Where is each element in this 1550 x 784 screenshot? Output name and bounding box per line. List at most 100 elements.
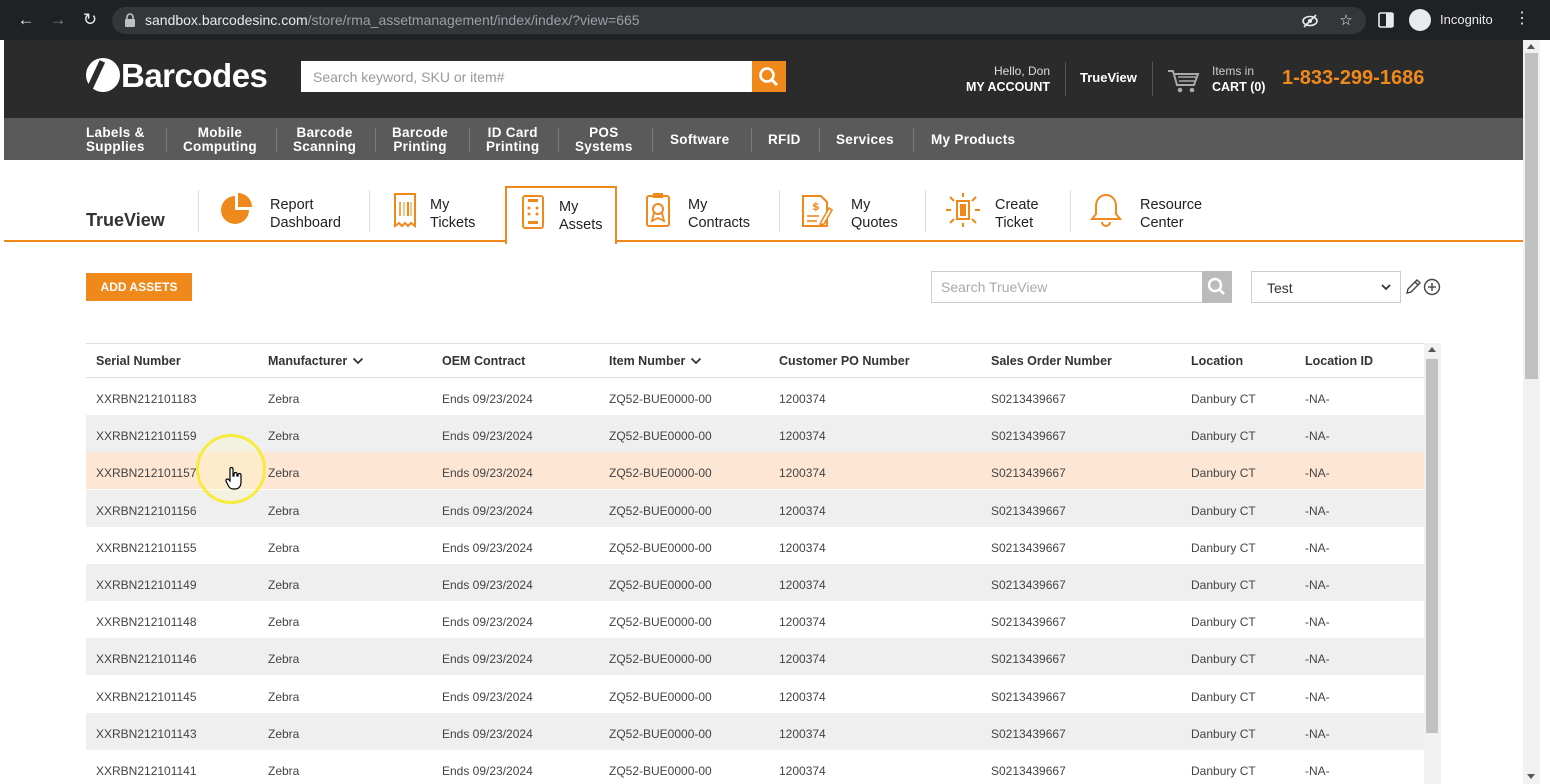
side-panel-icon[interactable] bbox=[1378, 12, 1394, 28]
account-link[interactable]: Hello, Don MY ACCOUNT bbox=[964, 63, 1050, 95]
nav-labels-supplies[interactable]: Labels & Supplies bbox=[86, 126, 145, 154]
table-row[interactable]: XXRBN212101148 Zebra Ends 09/23/2024 ZQ52-B… bbox=[86, 601, 1424, 638]
hand-cursor-icon bbox=[225, 466, 242, 490]
add-assets-button[interactable]: ADD ASSETS bbox=[86, 273, 192, 301]
assets-table: Serial Number Manufacturer OEM Contract … bbox=[86, 343, 1441, 784]
scroll-up-arrow-icon[interactable] bbox=[1428, 347, 1436, 352]
column-location-id[interactable]: Location ID bbox=[1305, 354, 1373, 368]
trueview-header-link[interactable]: TrueView bbox=[1080, 70, 1137, 85]
tab-my-assets[interactable]: My Assets bbox=[505, 186, 617, 244]
tab-report-dashboard[interactable]: Report Dashboard bbox=[218, 186, 368, 242]
cart-icon[interactable] bbox=[1167, 68, 1201, 94]
cell-customer-po-number: 1200374 bbox=[779, 615, 826, 630]
site-search-button[interactable] bbox=[752, 61, 786, 92]
nav-my-products[interactable]: My Products bbox=[931, 133, 1015, 147]
tab-divider bbox=[925, 190, 926, 232]
cart-count: CART (0) bbox=[1212, 80, 1266, 94]
chevron-down-icon bbox=[353, 357, 364, 365]
cell-oem-contract: Ends 09/23/2024 bbox=[442, 392, 533, 406]
tab-resource-center[interactable]: Resource Center bbox=[1088, 186, 1216, 242]
profile-label[interactable]: Incognito bbox=[1440, 12, 1493, 27]
table-row[interactable]: XXRBN212101157 Zebra Ends 09/23/2024 ZQ52-B… bbox=[86, 452, 1424, 490]
nav-barcode-printing[interactable]: Barcode Printing bbox=[392, 126, 448, 154]
incognito-icon[interactable] bbox=[1409, 9, 1431, 31]
page-scrollbar[interactable] bbox=[1523, 40, 1540, 784]
address-bar[interactable]: sandbox.barcodesinc.com/store/rma_assetm… bbox=[112, 7, 1366, 34]
site-search-input[interactable] bbox=[301, 61, 753, 92]
phone-number[interactable]: 1-833-299-1686 bbox=[1282, 67, 1424, 90]
nav-software[interactable]: Software bbox=[670, 133, 729, 147]
table-row[interactable]: XXRBN212101156 Zebra Ends 09/23/2024 ZQ52-B… bbox=[86, 489, 1424, 527]
scroll-up-arrow-icon[interactable] bbox=[1527, 44, 1535, 49]
trueview-search-input[interactable] bbox=[931, 271, 1203, 303]
tab-my-quotes[interactable]: $ My Quotes bbox=[799, 186, 911, 242]
nav-rfid[interactable]: RFID bbox=[768, 133, 801, 147]
cell-location-id: -NA- bbox=[1305, 615, 1330, 630]
column-location[interactable]: Location bbox=[1191, 354, 1243, 368]
nav-services[interactable]: Services bbox=[836, 133, 894, 147]
cell-serial-number: XXRBN212101141 bbox=[96, 764, 197, 778]
chevron-down-icon bbox=[1381, 284, 1391, 291]
table-row[interactable]: XXRBN212101143 Zebra Ends 09/23/2024 ZQ52-B… bbox=[86, 712, 1424, 750]
table-row[interactable]: XXRBN212101146 Zebra Ends 09/23/2024 ZQ52-B… bbox=[86, 638, 1424, 676]
lock-icon bbox=[125, 13, 135, 27]
create-ticket-icon bbox=[946, 193, 980, 227]
table-row[interactable]: XXRBN212101141 Zebra Ends 09/23/2024 ZQ52-B… bbox=[86, 750, 1424, 784]
cart-link[interactable]: Items in CART (0) bbox=[1212, 63, 1265, 95]
url-text: sandbox.barcodesinc.com/store/rma_assetm… bbox=[145, 12, 640, 28]
pie-chart-icon bbox=[221, 193, 252, 224]
cell-item-number: ZQ52-BUE0000-00 bbox=[609, 503, 712, 518]
cell-item-number: ZQ52-BUE0000-00 bbox=[609, 652, 712, 667]
nav-mobile-computing[interactable]: Mobile Computing bbox=[183, 126, 257, 154]
table-row[interactable]: XXRBN212101159 Zebra Ends 09/23/2024 ZQ52-B… bbox=[86, 415, 1424, 453]
table-scrollbar[interactable] bbox=[1424, 343, 1441, 784]
back-arrow-icon[interactable]: ← bbox=[15, 9, 37, 31]
table-row[interactable]: XXRBN212101155 Zebra Ends 09/23/2024 ZQ52-B… bbox=[86, 527, 1424, 564]
table-row[interactable]: XXRBN212101149 Zebra Ends 09/23/2024 ZQ52-B… bbox=[86, 564, 1424, 601]
trueview-title: TrueView bbox=[86, 210, 165, 230]
trueview-search-button[interactable] bbox=[1202, 271, 1232, 303]
cell-serial-number: XXRBN212101146 bbox=[96, 652, 197, 667]
cell-item-number: ZQ52-BUE0000-00 bbox=[609, 578, 712, 592]
cell-location-id: -NA- bbox=[1305, 540, 1330, 555]
forward-arrow-icon[interactable]: → bbox=[47, 9, 69, 31]
eye-slash-icon[interactable] bbox=[1300, 11, 1320, 31]
reload-icon[interactable]: ↻ bbox=[79, 9, 101, 31]
pencil-icon[interactable] bbox=[1404, 278, 1422, 296]
scroll-down-arrow-icon[interactable] bbox=[1527, 774, 1535, 779]
tab-my-tickets[interactable]: My Tickets bbox=[389, 186, 501, 242]
column-oem-contract[interactable]: OEM Contract bbox=[442, 354, 525, 368]
column-serial-number[interactable]: Serial Number bbox=[96, 354, 181, 368]
table-row[interactable]: XXRBN212101145 Zebra Ends 09/23/2024 ZQ52-B… bbox=[86, 676, 1424, 713]
cell-serial-number: XXRBN212101156 bbox=[96, 503, 197, 518]
cell-location: Danbury CT bbox=[1191, 392, 1256, 406]
tab-my-contracts[interactable]: My Contracts bbox=[643, 186, 773, 242]
column-item-number[interactable]: Item Number bbox=[609, 354, 702, 368]
column-sales-order-number[interactable]: Sales Order Number bbox=[991, 354, 1112, 368]
column-customer-po-number[interactable]: Customer PO Number bbox=[779, 354, 910, 368]
cell-manufacturer: Zebra bbox=[268, 578, 300, 592]
nav-divider bbox=[469, 128, 470, 152]
add-circle-icon[interactable] bbox=[1423, 278, 1441, 296]
nav-divider bbox=[276, 128, 277, 152]
nav-pos-systems[interactable]: POS Systems bbox=[575, 126, 633, 154]
page-scrollbar-thumb[interactable] bbox=[1525, 53, 1538, 379]
table-scrollbar-thumb[interactable] bbox=[1426, 359, 1438, 733]
nav-barcode-scanning[interactable]: Barcode Scanning bbox=[293, 126, 356, 154]
tab-create-ticket[interactable]: Create Ticket bbox=[945, 186, 1063, 242]
nav-divider bbox=[819, 128, 820, 152]
logo-mark-icon bbox=[86, 58, 120, 92]
site-header: Barcodes Hello, Don MY ACCOUNT TrueView … bbox=[4, 40, 1523, 118]
cell-manufacturer: Zebra bbox=[268, 615, 300, 630]
kebab-menu-icon[interactable]: ⋮ bbox=[1514, 8, 1530, 28]
site-logo[interactable]: Barcodes bbox=[86, 57, 268, 95]
cell-item-number: ZQ52-BUE0000-00 bbox=[609, 689, 712, 704]
cell-oem-contract: Ends 09/23/2024 bbox=[442, 726, 533, 741]
cell-location: Danbury CT bbox=[1191, 466, 1256, 481]
saved-view-select[interactable]: Test bbox=[1251, 271, 1401, 303]
table-row[interactable]: XXRBN212101183 Zebra Ends 09/23/2024 ZQ52-B… bbox=[86, 378, 1424, 415]
column-manufacturer[interactable]: Manufacturer bbox=[268, 354, 364, 368]
cell-location-id: -NA- bbox=[1305, 652, 1330, 667]
star-icon[interactable]: ☆ bbox=[1336, 11, 1356, 31]
nav-id-card-printing[interactable]: ID Card Printing bbox=[486, 126, 539, 154]
